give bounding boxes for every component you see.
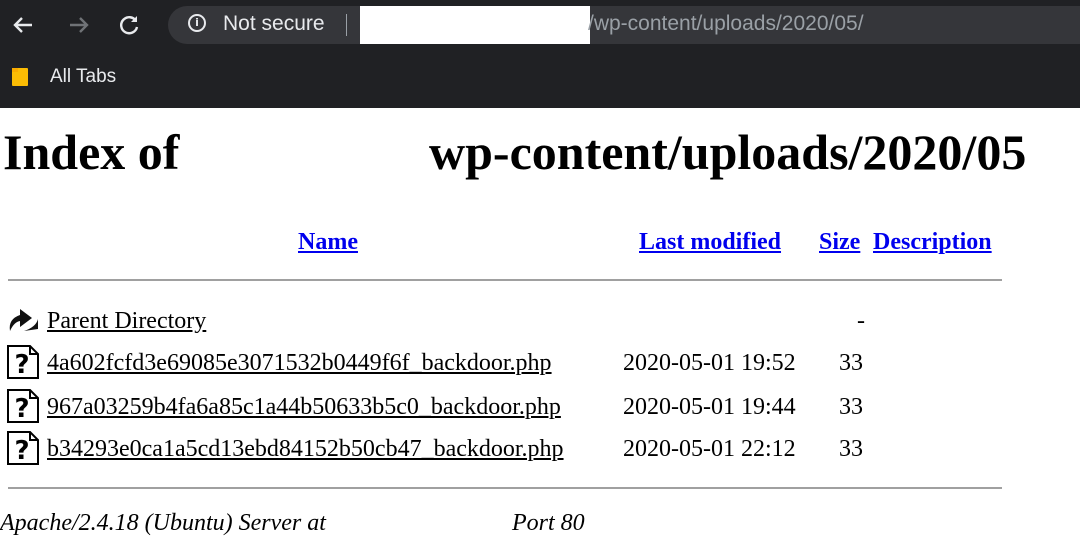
info-icon[interactable]: i: [188, 14, 206, 32]
file-link-3[interactable]: b34293e0ca1a5cd13ebd84152b50cb47_backdoo…: [47, 434, 564, 464]
security-status[interactable]: Not secure: [223, 11, 325, 37]
server-port: Port 80: [512, 510, 585, 536]
unknown-file-icon: ?: [7, 389, 39, 423]
url-path[interactable]: /wp-content/uploads/2020/05/: [588, 11, 864, 37]
parent-size: -: [857, 308, 865, 334]
file-size-2: 33: [839, 394, 863, 420]
svg-text:?: ?: [14, 350, 29, 379]
parent-directory-link[interactable]: Parent Directory: [47, 306, 206, 336]
bookmark-label: All Tabs: [50, 66, 117, 87]
page-title: Index of wp-content/uploads/2020/05: [3, 124, 1026, 180]
file-date-2: 2020-05-01 19:44: [623, 394, 796, 420]
back-arrow-icon: [13, 17, 32, 33]
folder-icon: [12, 68, 28, 86]
file-date-3: 2020-05-01 22:12: [623, 436, 796, 462]
svg-text:?: ?: [14, 394, 29, 423]
address-separator: [346, 14, 347, 36]
forward-button[interactable]: [64, 10, 94, 40]
file-link-1[interactable]: 4a602fcfd3e69085e3071532b0449f6f_backdoo…: [47, 348, 552, 378]
reload-button[interactable]: [114, 10, 144, 40]
header-divider: [8, 279, 1002, 281]
column-header-description[interactable]: Description: [873, 227, 992, 257]
reload-icon: [120, 16, 139, 35]
back-button[interactable]: [8, 10, 38, 40]
redacted-host: [360, 6, 590, 44]
unknown-file-icon: ?: [7, 345, 39, 379]
file-size-1: 33: [839, 350, 863, 376]
title-path: wp-content/uploads/2020/05: [429, 124, 1027, 180]
browser-chrome: i Not secure /wp-content/uploads/2020/05…: [0, 0, 1080, 108]
file-size-3: 33: [839, 436, 863, 462]
column-header-size[interactable]: Size: [819, 227, 860, 257]
title-prefix: Index of: [3, 124, 180, 180]
svg-text:?: ?: [14, 436, 29, 465]
column-header-name[interactable]: Name: [298, 227, 358, 257]
back-folder-icon: [9, 309, 38, 331]
file-date-1: 2020-05-01 19:52: [623, 350, 796, 376]
server-signature: Apache/2.4.18 (Ubuntu) Server at: [0, 510, 326, 536]
forward-arrow-icon: [70, 17, 89, 33]
column-header-last-modified[interactable]: Last modified: [639, 227, 781, 257]
bookmark-all-tabs[interactable]: All Tabs: [12, 62, 116, 92]
unknown-file-icon: ?: [7, 431, 39, 465]
file-link-2[interactable]: 967a03259b4fa6a85c1a44b50633b5c0_backdoo…: [47, 392, 561, 422]
footer-divider: [8, 487, 1002, 489]
